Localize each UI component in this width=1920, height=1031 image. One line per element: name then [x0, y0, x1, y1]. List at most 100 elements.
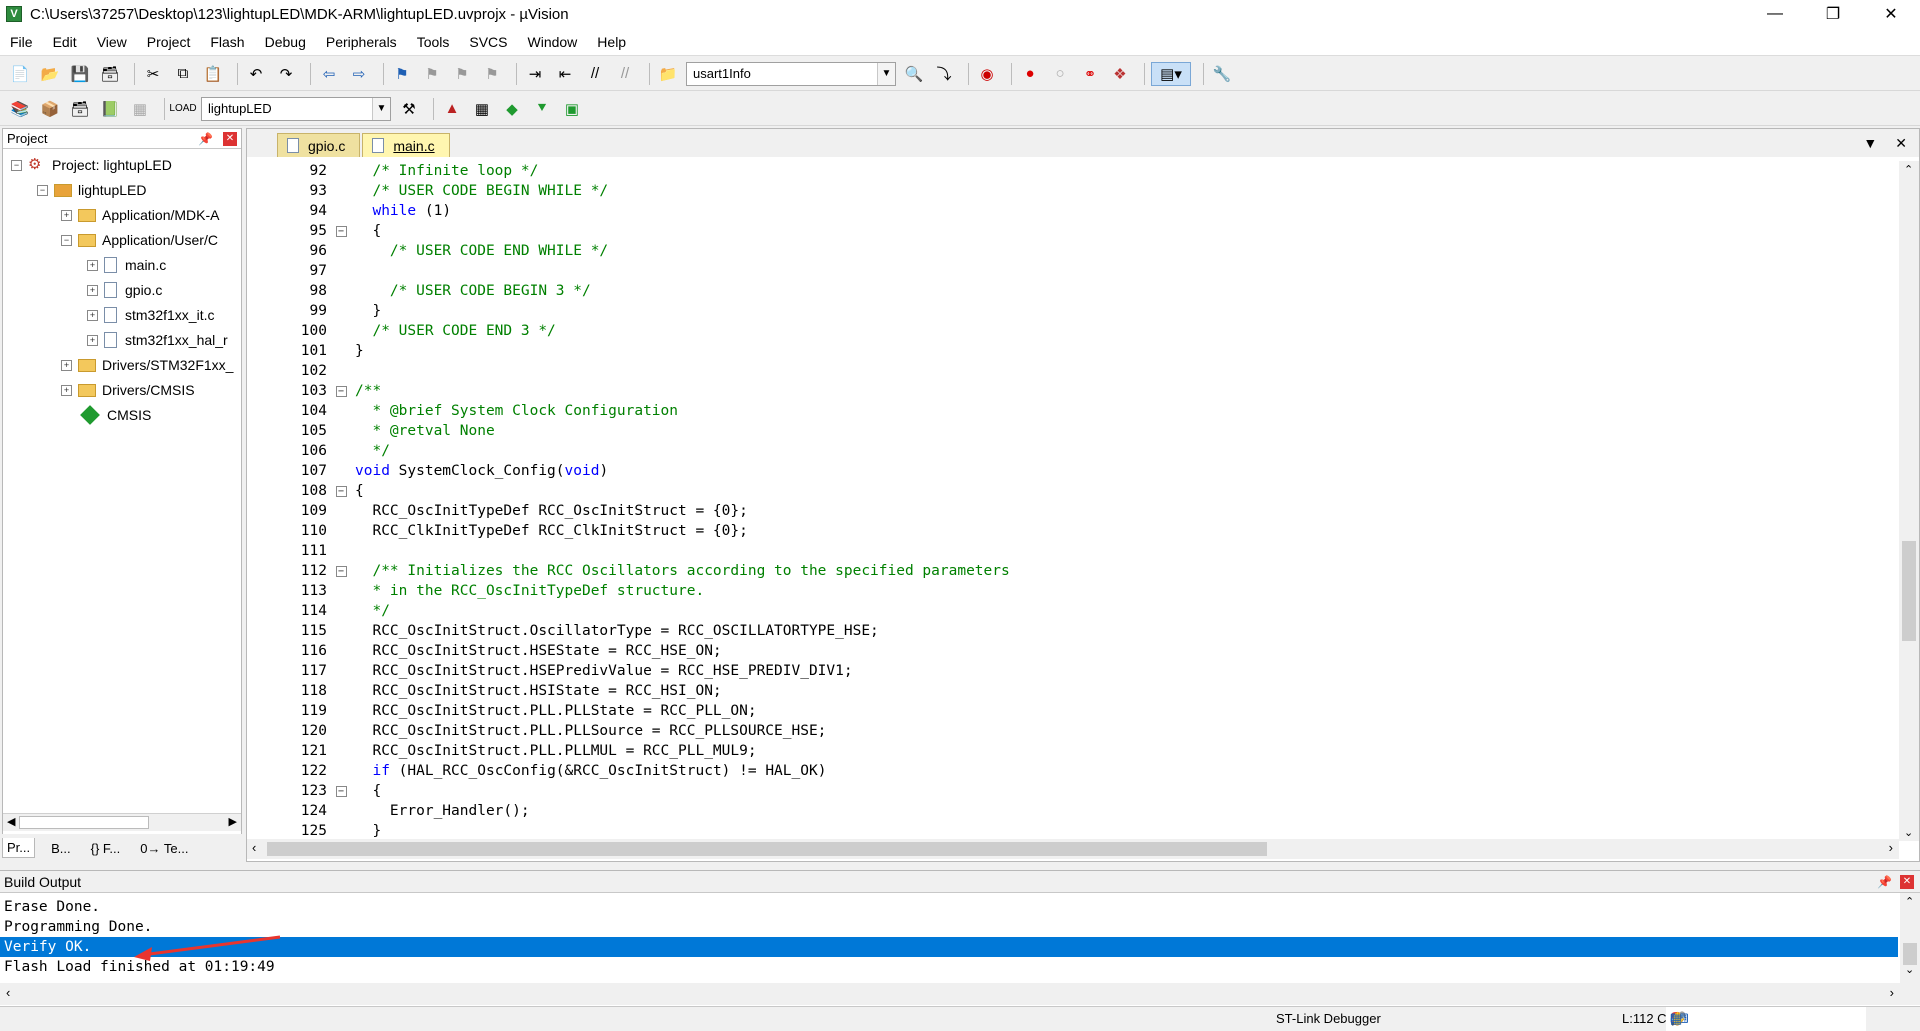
code-area[interactable]: 92 /* Infinite loop */93 /* USER CODE BE…	[251, 161, 1901, 841]
tree-item-cmsis[interactable]: CMSIS	[79, 403, 151, 427]
disable-breakpoint-icon[interactable]: ○	[1048, 62, 1072, 86]
scroll-down-icon[interactable]: ⌄	[1905, 963, 1914, 976]
configure-wrench-icon[interactable]: 🔧	[1210, 62, 1234, 86]
code-line[interactable]: 102	[251, 361, 355, 381]
unindent-icon[interactable]: ⇤	[553, 62, 577, 86]
code-line[interactable]: 123− {	[251, 781, 381, 801]
code-line[interactable]: 118 RCC_OscInitStruct.HSIState = RCC_HSI…	[251, 681, 722, 701]
tab-project[interactable]: Pr...	[2, 838, 36, 858]
pin-icon[interactable]: 📌	[198, 132, 213, 146]
paste-icon[interactable]: 📋	[201, 62, 225, 86]
indent-icon[interactable]: ⇥	[523, 62, 547, 86]
kill-breakpoints-icon[interactable]: ❖	[1108, 62, 1132, 86]
code-line[interactable]: 92 /* Infinite loop */	[251, 161, 539, 181]
expand-icon[interactable]: +	[61, 359, 72, 371]
scroll-right-icon[interactable]: ›	[1889, 840, 1893, 855]
cut-icon[interactable]: ✂	[141, 62, 165, 86]
code-line[interactable]: 117 RCC_OscInitStruct.HSEPredivValue = R…	[251, 661, 853, 681]
menu-project[interactable]: Project	[137, 34, 201, 50]
run-time-environment-icon[interactable]: ◆	[500, 97, 524, 121]
tree-item-project-root[interactable]: − ⚙ Project: lightupLED	[11, 153, 172, 177]
debug-session-icon[interactable]: ◉	[975, 62, 999, 86]
code-line[interactable]: 109 RCC_OscInitTypeDef RCC_OscInitStruct…	[251, 501, 748, 521]
code-line[interactable]: 115 RCC_OscInitStruct.OscillatorType = R…	[251, 621, 879, 641]
scroll-right-icon[interactable]: ▶	[229, 815, 237, 828]
fold-collapse-icon[interactable]: −	[335, 225, 347, 237]
scroll-left-icon[interactable]: ‹	[6, 985, 10, 1000]
menu-edit[interactable]: Edit	[43, 34, 87, 50]
collapse-icon[interactable]: −	[61, 234, 72, 246]
code-line[interactable]: 97	[251, 261, 355, 281]
menu-peripherals[interactable]: Peripherals	[316, 34, 407, 50]
code-line[interactable]: 110 RCC_ClkInitTypeDef RCC_ClkInitStruct…	[251, 521, 748, 541]
code-line[interactable]: 121 RCC_OscInitStruct.PLL.PLLMUL = RCC_P…	[251, 741, 757, 761]
expand-icon[interactable]: +	[87, 259, 98, 271]
tools-icon[interactable]: ▦	[1670, 1011, 1682, 1027]
nav-back-icon[interactable]: ⇦	[317, 62, 341, 86]
chevron-down-icon[interactable]: ▼	[877, 62, 895, 85]
menu-file[interactable]: File	[0, 34, 43, 50]
menu-window[interactable]: Window	[518, 34, 588, 50]
code-line[interactable]: 112− /** Initializes the RCC Oscillators…	[251, 561, 1010, 581]
menu-flash[interactable]: Flash	[200, 34, 254, 50]
fold-collapse-icon[interactable]: −	[335, 565, 347, 577]
expand-icon[interactable]: +	[87, 284, 98, 296]
tree-item-group-drivers-cmsis[interactable]: + Drivers/CMSIS	[61, 378, 195, 402]
collapse-icon[interactable]: −	[37, 184, 48, 196]
code-line[interactable]: 104 * @brief System Clock Configuration	[251, 401, 678, 421]
find-icon[interactable]: 🔍	[902, 62, 926, 86]
scroll-up-icon[interactable]: ⌃	[1904, 163, 1913, 176]
expand-icon[interactable]: +	[87, 334, 98, 346]
scroll-thumb[interactable]	[1902, 541, 1916, 641]
new-file-icon[interactable]: 📄	[8, 62, 32, 86]
code-line[interactable]: 125 }	[251, 821, 381, 841]
code-line[interactable]: 100 /* USER CODE END 3 */	[251, 321, 556, 341]
manage-project-items-icon[interactable]: ▲	[440, 97, 464, 121]
tree-item-target[interactable]: − lightupLED	[37, 178, 147, 202]
tab-templates[interactable]: 0→ Te...	[136, 839, 192, 858]
open-file-icon[interactable]: 📂	[38, 62, 62, 86]
fold-collapse-icon[interactable]: −	[335, 385, 347, 397]
fold-collapse-icon[interactable]: −	[335, 485, 347, 497]
build-icon[interactable]: 📦	[38, 97, 62, 121]
code-line[interactable]: 114 */	[251, 601, 390, 621]
project-horizontal-scrollbar[interactable]: ◀ ▶	[3, 813, 241, 831]
scroll-left-icon[interactable]: ‹	[252, 840, 256, 855]
manage-multi-project-icon[interactable]: ▦	[470, 97, 494, 121]
tab-gpio-c[interactable]: gpio.c	[277, 133, 361, 157]
code-line[interactable]: 94 while (1)	[251, 201, 452, 221]
scroll-left-icon[interactable]: ◀	[7, 815, 15, 828]
rebuild-icon[interactable]: 🗃	[68, 97, 92, 121]
chevron-down-icon[interactable]: ▼	[372, 97, 390, 120]
code-line[interactable]: 122 if (HAL_RCC_OscConfig(&RCC_OscInitSt…	[251, 761, 827, 781]
tree-item-file-it[interactable]: + stm32f1xx_it.c	[87, 303, 214, 327]
scroll-down-icon[interactable]: ⌄	[1904, 826, 1913, 839]
code-line[interactable]: 106 */	[251, 441, 390, 461]
redo-icon[interactable]: ↷	[274, 62, 298, 86]
scroll-up-icon[interactable]: ⌃	[1905, 895, 1914, 908]
pin-icon[interactable]: 📌	[1877, 875, 1892, 889]
scroll-thumb[interactable]	[1903, 943, 1917, 965]
close-tab-icon[interactable]: ✕	[1895, 135, 1907, 152]
code-line[interactable]: 111	[251, 541, 355, 561]
code-line[interactable]: 113 * in the RCC_OscInitTypeDef structur…	[251, 581, 704, 601]
menu-help[interactable]: Help	[587, 34, 636, 50]
disable-all-breakpoints-icon[interactable]: ⚭	[1078, 62, 1102, 86]
ime-toolbar[interactable]: S ◉ ☺ 🎤 ⌨ ✋ ▦	[1666, 1007, 1866, 1031]
save-all-icon[interactable]: 🗃	[98, 62, 122, 86]
scroll-thumb[interactable]	[19, 816, 149, 829]
tab-books[interactable]: B...	[47, 839, 75, 858]
tab-main-c[interactable]: main.c	[362, 133, 450, 157]
target-combo[interactable]: lightupLED ▼	[201, 96, 391, 121]
code-line[interactable]: 96 /* USER CODE END WHILE */	[251, 241, 609, 261]
build-vertical-scrollbar[interactable]: ⌃ ⌄	[1900, 893, 1920, 1005]
tree-item-file-hal[interactable]: + stm32f1xx_hal_r	[87, 328, 228, 352]
collapse-icon[interactable]: −	[11, 159, 22, 171]
expand-icon[interactable]: +	[61, 209, 72, 221]
find-in-files-icon[interactable]: 📁	[656, 62, 680, 86]
tree-item-file-gpio[interactable]: + gpio.c	[87, 278, 162, 302]
comment-icon[interactable]: //	[583, 62, 607, 86]
editor-horizontal-scrollbar[interactable]: ‹ ›	[247, 839, 1899, 859]
nav-forward-icon[interactable]: ⇨	[347, 62, 371, 86]
code-line[interactable]: 119 RCC_OscInitStruct.PLL.PLLState = RCC…	[251, 701, 757, 721]
